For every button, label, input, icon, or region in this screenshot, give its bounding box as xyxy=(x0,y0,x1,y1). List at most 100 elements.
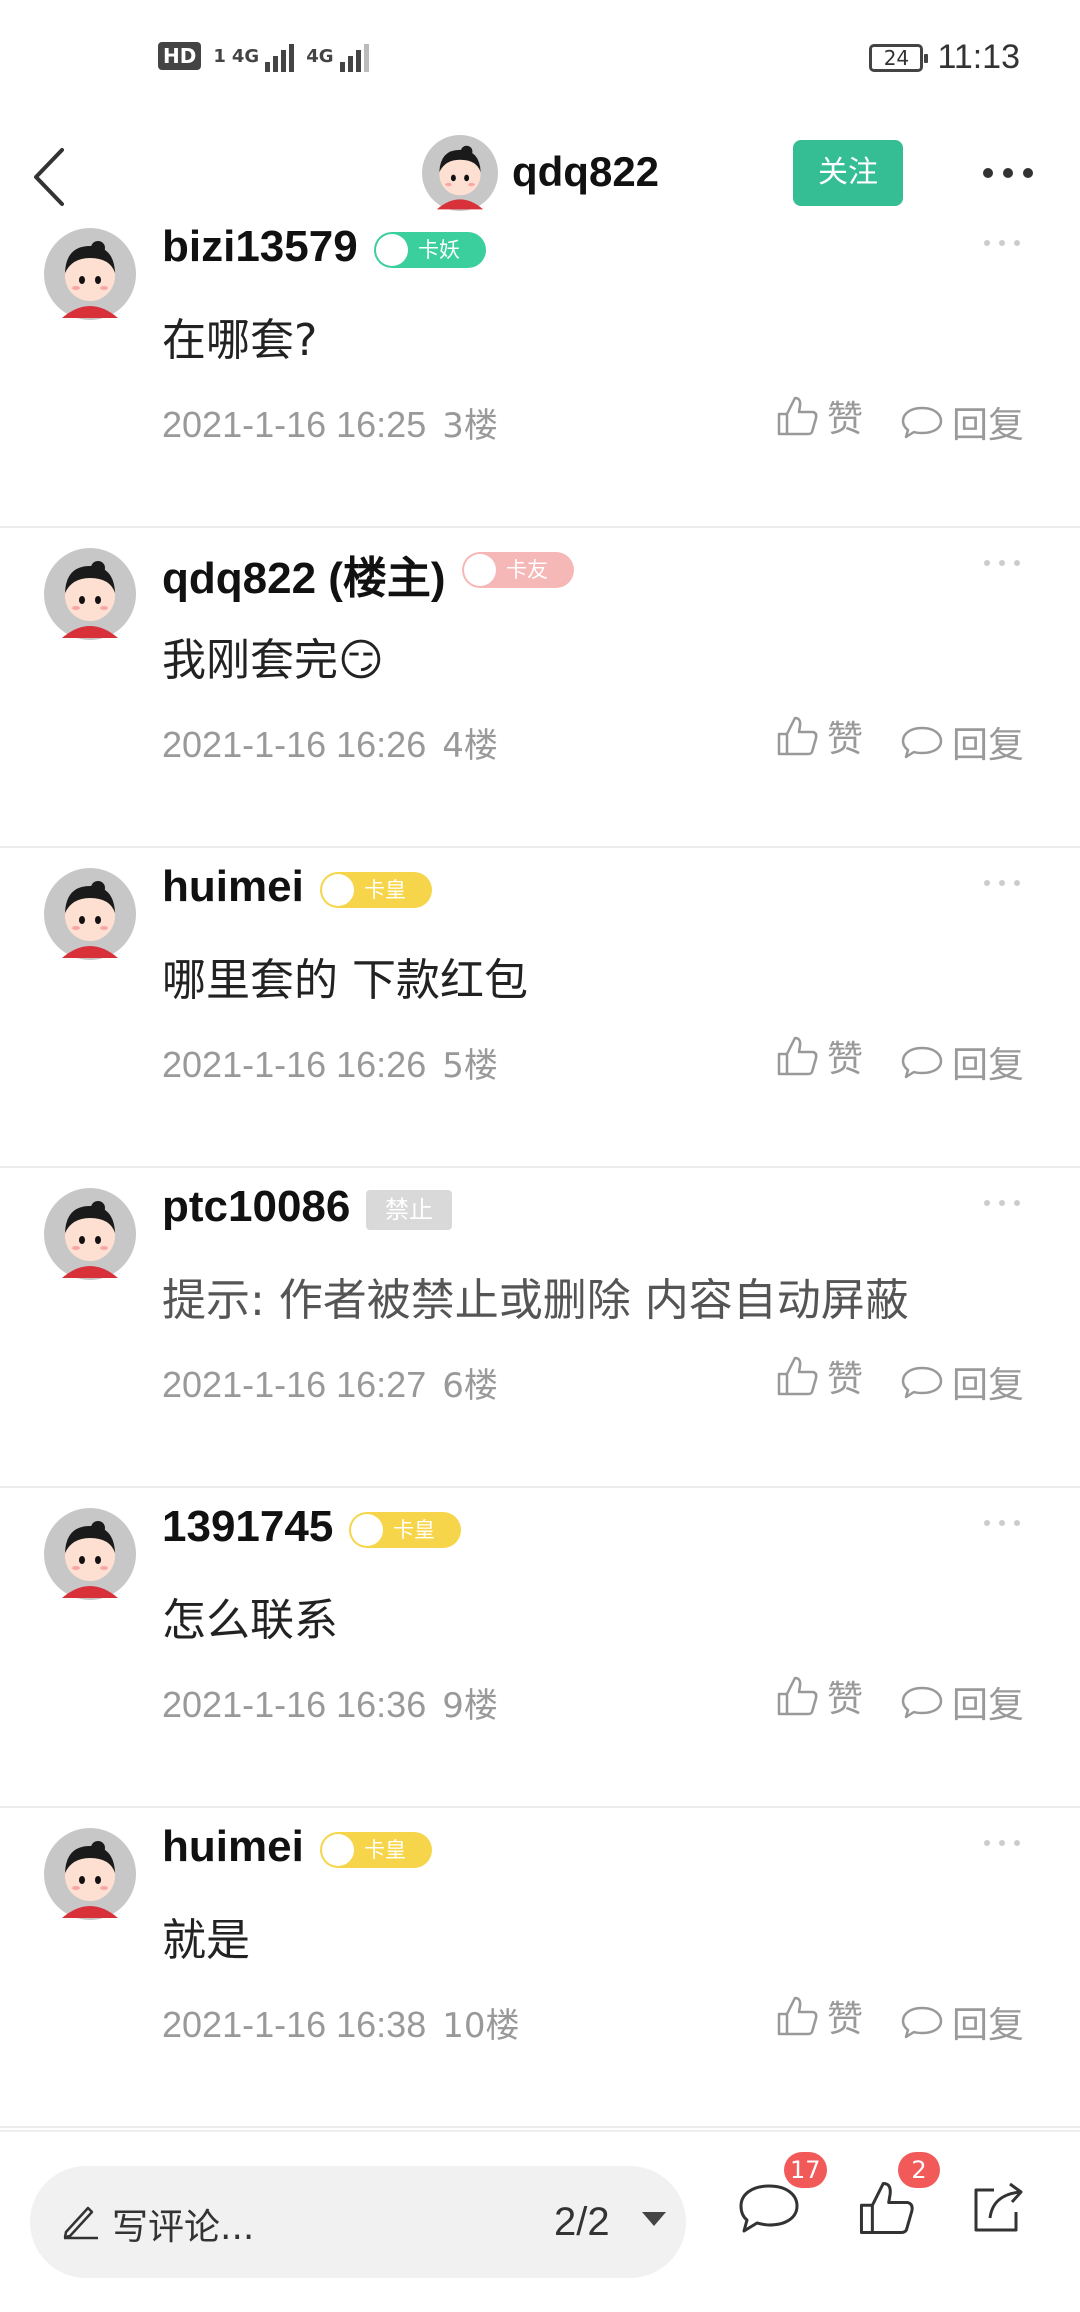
comment-username[interactable]: bizi13579 xyxy=(162,222,358,272)
user-avatar[interactable] xyxy=(44,228,136,320)
follow-button[interactable]: 关注 xyxy=(793,140,903,206)
comment-more-icon[interactable] xyxy=(982,1838,1022,1848)
speech-bubble-icon xyxy=(901,2006,943,2039)
reply-button[interactable]: 回复 xyxy=(900,1036,1024,1088)
page-indicator[interactable]: 2/2 xyxy=(554,2200,610,2245)
user-avatar[interactable] xyxy=(44,1828,136,1920)
comment-more-icon[interactable] xyxy=(982,1198,1022,1208)
comment-username[interactable]: huimei xyxy=(162,1822,304,1872)
comment-body: 提示: 作者被禁止或删除 内容自动屏蔽 xyxy=(162,1275,909,1326)
reply-label: 回复 xyxy=(952,1685,1025,1726)
author-avatar[interactable] xyxy=(422,135,498,211)
reply-button[interactable]: 回复 xyxy=(900,1356,1024,1408)
user-avatar[interactable] xyxy=(44,868,136,960)
like-button[interactable]: 赞 xyxy=(775,1990,863,2042)
comment-username[interactable]: 1391745 xyxy=(162,1502,333,1552)
thumbs-up-icon xyxy=(777,1676,818,1716)
reply-button[interactable]: 回复 xyxy=(900,1676,1024,1728)
comment-floor: 10楼 xyxy=(442,2006,520,2046)
bottom-action-bar: 写评论... 2/2 17 2 xyxy=(0,2130,1080,2312)
comment-item: ptc10086 禁止 提示: 作者被禁止或删除 内容自动屏蔽 2021-1-1… xyxy=(0,1168,1080,1488)
like-button[interactable]: 赞 xyxy=(775,1670,863,1722)
comment-username[interactable]: ptc10086 xyxy=(162,1182,350,1232)
comment-time: 2021-1-16 16:38 xyxy=(162,2004,427,2045)
like-label: 赞 xyxy=(827,1359,864,1400)
like-button[interactable]: 赞 xyxy=(775,1350,863,1402)
like-button[interactable]: 赞 xyxy=(775,710,863,762)
emoji-smirk-icon: 😏 xyxy=(338,635,384,686)
thumbs-up-icon xyxy=(777,1036,818,1076)
page-dropdown-icon[interactable] xyxy=(642,2212,666,2226)
comment-more-icon[interactable] xyxy=(982,878,1022,888)
comment-text: 怎么联系 xyxy=(162,1584,338,1648)
battery-icon: 24 xyxy=(869,43,929,72)
comment-more-icon[interactable] xyxy=(982,238,1022,248)
network-type-1: 4G xyxy=(231,45,260,67)
comment-body: 怎么联系 xyxy=(162,1595,338,1646)
badge-label: 卡皇 xyxy=(364,1838,406,1862)
like-button[interactable]: 赞 xyxy=(775,1030,863,1082)
reply-label: 回复 xyxy=(952,2005,1025,2046)
comment-time: 2021-1-16 16:26 xyxy=(162,1044,427,1085)
user-level-badge: 禁止 xyxy=(366,1190,452,1230)
comment-username[interactable]: qdq822 (楼主) xyxy=(162,542,446,606)
status-right: 24 11:13 xyxy=(869,38,1020,77)
badge-label: 禁止 xyxy=(385,1196,433,1224)
share-button[interactable] xyxy=(966,2172,1038,2244)
speech-bubble-icon xyxy=(901,1366,943,1399)
comment-floor: 4楼 xyxy=(442,726,498,766)
comment-username[interactable]: huimei xyxy=(162,862,304,912)
user-avatar[interactable] xyxy=(44,1188,136,1280)
comment-floor: 9楼 xyxy=(442,1686,498,1726)
comment-floor: 3楼 xyxy=(442,406,498,446)
back-arrow-icon[interactable] xyxy=(28,142,78,212)
comment-more-icon[interactable] xyxy=(982,558,1022,568)
comment-time: 2021-1-16 16:27 xyxy=(162,1364,427,1405)
comment-meta: 2021-1-16 16:36 9楼 xyxy=(162,1678,498,1727)
comment-body: 就是 xyxy=(162,1915,250,1966)
thumbs-up-icon xyxy=(859,2181,914,2235)
comment-item: bizi13579 卡妖 在哪套? 2021-1-16 16:25 3楼 赞 回复 xyxy=(0,208,1080,528)
badge-label: 卡妖 xyxy=(418,238,460,262)
user-level-badge: 卡友 xyxy=(462,552,574,588)
comment-input[interactable]: 写评论... 2/2 xyxy=(30,2166,686,2278)
share-icon xyxy=(974,2182,1023,2232)
more-options-icon[interactable] xyxy=(980,158,1036,188)
reply-button[interactable]: 回复 xyxy=(900,396,1024,448)
comment-text: 提示: 作者被禁止或删除 内容自动屏蔽 xyxy=(162,1264,909,1328)
pencil-icon xyxy=(63,2206,98,2240)
comments-button[interactable]: 17 xyxy=(734,2152,827,2244)
comment-item: qdq822 (楼主) 卡友 我刚套完😏 2021-1-16 16:26 4楼 赞… xyxy=(0,528,1080,848)
comment-meta: 2021-1-16 16:38 10楼 xyxy=(162,1998,519,2047)
clock: 11:13 xyxy=(937,38,1020,76)
comment-meta: 2021-1-16 16:25 3楼 xyxy=(162,398,498,447)
badge-label: 卡皇 xyxy=(364,878,406,902)
signal-strength-icon xyxy=(265,40,295,72)
user-level-badge: 卡皇 xyxy=(320,872,432,908)
comment-time: 2021-1-16 16:26 xyxy=(162,724,427,765)
comment-placeholder: 写评论... xyxy=(112,2207,255,2248)
user-avatar[interactable] xyxy=(44,1508,136,1600)
reply-button[interactable]: 回复 xyxy=(900,1996,1024,2048)
thumbs-up-icon xyxy=(777,1356,818,1396)
like-label: 赞 xyxy=(827,399,864,440)
user-avatar[interactable] xyxy=(44,548,136,640)
comment-body: 哪里套的 下款红包 xyxy=(162,955,528,1006)
comment-more-icon[interactable] xyxy=(982,1518,1022,1528)
comment-floor: 5楼 xyxy=(442,1046,498,1086)
comment-text: 哪里套的 下款红包 xyxy=(162,944,528,1008)
reply-button[interactable]: 回复 xyxy=(900,716,1024,768)
comment-meta: 2021-1-16 16:26 5楼 xyxy=(162,1038,498,1087)
comment-meta: 2021-1-16 16:27 6楼 xyxy=(162,1358,498,1407)
like-count-badge: 2 xyxy=(898,2152,940,2188)
battery-level: 24 xyxy=(883,45,910,70)
like-post-button[interactable]: 2 xyxy=(852,2152,940,2244)
comment-time: 2021-1-16 16:25 xyxy=(162,404,427,445)
author-username[interactable]: qdq822 xyxy=(512,148,659,196)
like-button[interactable]: 赞 xyxy=(775,390,863,442)
comment-text: 就是 xyxy=(162,1904,250,1968)
speech-bubble-icon xyxy=(901,406,943,439)
like-label: 赞 xyxy=(827,1999,864,2040)
sim1-label: 1 xyxy=(213,45,226,67)
comment-time: 2021-1-16 16:36 xyxy=(162,1684,427,1725)
